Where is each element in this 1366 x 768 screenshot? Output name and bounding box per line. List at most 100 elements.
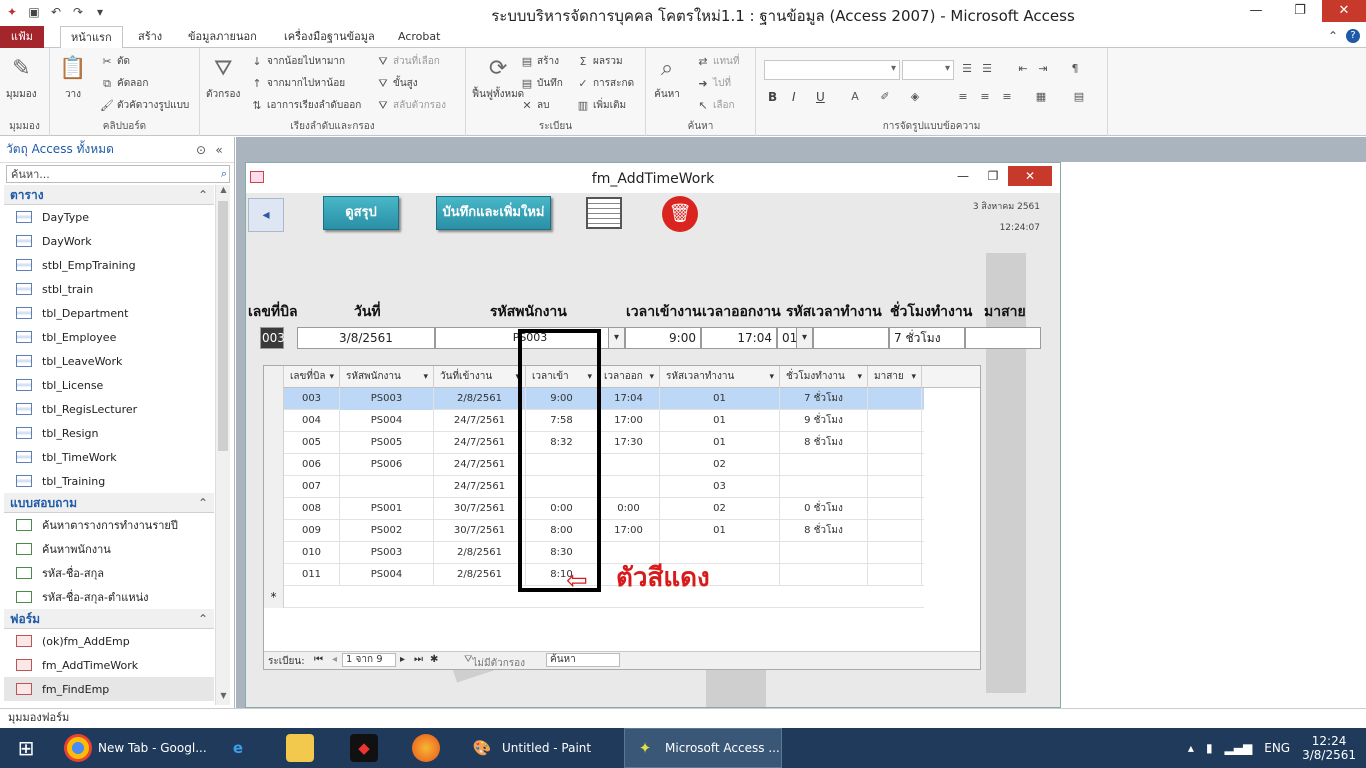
nav-item[interactable]: รหัส-ชื่อ-สกุล [4, 561, 214, 585]
table-cell[interactable]: 0:00 [598, 498, 660, 520]
table-cell[interactable] [868, 520, 922, 542]
taskbar-explorer[interactable] [280, 728, 330, 768]
taskbar-ie[interactable]: e [218, 728, 268, 768]
nav-item[interactable]: tbl_RegisLecturer [4, 397, 214, 421]
nav-search-input[interactable]: ค้นหา... ⌕ [6, 165, 230, 183]
table-cell[interactable]: 9 ชั่วโมง [780, 410, 868, 432]
language-indicator[interactable]: ENG [1264, 741, 1290, 755]
table-cell[interactable]: 30/7/2561 [434, 498, 526, 520]
table-cell[interactable]: 17:04 [598, 388, 660, 410]
nav-item[interactable]: DayType [4, 205, 214, 229]
next-record-icon[interactable]: ▸ [400, 654, 405, 665]
nav-item[interactable]: tbl_LeaveWork [4, 349, 214, 373]
first-record-icon[interactable]: ⏮ [314, 654, 323, 665]
bullets-button[interactable]: ☰ [960, 62, 974, 76]
format-painter-button[interactable]: 🖌 ตัวคัดวางรูปแบบ [100, 98, 189, 113]
table-cell[interactable] [340, 476, 434, 498]
row-selector[interactable] [264, 432, 284, 454]
font-size-combo[interactable] [902, 60, 954, 80]
table-cell[interactable] [780, 564, 868, 586]
table-cell[interactable]: PS002 [340, 520, 434, 542]
form-close-button[interactable]: ✕ [1008, 166, 1052, 186]
row-selector[interactable] [264, 410, 284, 432]
table-cell[interactable] [868, 564, 922, 586]
scroll-up-icon[interactable]: ▲ [216, 185, 231, 199]
table-cell[interactable]: 8 ชั่วโมง [780, 432, 868, 454]
table-cell[interactable]: 17:00 [598, 520, 660, 542]
datasheet-column-header[interactable]: เลขที่บิล [284, 366, 340, 388]
chevron-up-icon[interactable]: ⌃ [198, 185, 208, 205]
nav-item[interactable]: fm_FindEmp [4, 677, 214, 701]
nav-item[interactable]: tbl_Training [4, 469, 214, 493]
table-cell[interactable]: 01 [660, 432, 780, 454]
table-cell[interactable] [780, 542, 868, 564]
collapse-pane-icon[interactable]: « [210, 143, 228, 157]
table-cell[interactable]: 01 [660, 388, 780, 410]
table-cell[interactable]: 03 [660, 476, 780, 498]
nav-item[interactable]: tbl_Employee [4, 325, 214, 349]
clock[interactable]: 12:24 3/8/2561 [1302, 734, 1356, 762]
no-filter-button[interactable]: ⛛ ไม่มีตัวกรอง [464, 654, 525, 669]
nav-item[interactable]: tbl_License [4, 373, 214, 397]
table-cell[interactable] [598, 476, 660, 498]
table-cell[interactable]: 24/7/2561 [434, 432, 526, 454]
table-cell[interactable]: PS003 [340, 388, 434, 410]
table-cell[interactable] [868, 432, 922, 454]
find-button[interactable]: ⌕ ค้นหา [652, 54, 682, 102]
table-cell[interactable]: 007 [284, 476, 340, 498]
font-name-combo[interactable] [764, 60, 900, 80]
table-cell[interactable]: 01 [660, 410, 780, 432]
table-cell[interactable]: 005 [284, 432, 340, 454]
scroll-thumb[interactable] [218, 201, 228, 451]
nav-section-header[interactable]: ตาราง ⌃ [4, 185, 214, 205]
table-cell[interactable]: 24/7/2561 [434, 410, 526, 432]
start-button[interactable]: ⊞ [4, 728, 48, 768]
save-and-new-button[interactable]: บันทึกและเพิ่มใหม่ [436, 196, 551, 230]
table-cell[interactable] [868, 542, 922, 564]
fill-color-button[interactable]: ◈ [908, 90, 922, 104]
table-cell[interactable]: 2/8/2561 [434, 388, 526, 410]
nav-item[interactable]: stbl_EmpTraining [4, 253, 214, 277]
close-button[interactable]: ✕ [1322, 0, 1366, 22]
table-cell[interactable] [868, 498, 922, 520]
form-restore-button[interactable]: ❐ [978, 166, 1008, 186]
work-hours-field[interactable]: 7 ชั่วโมง [889, 327, 965, 349]
copy-button[interactable]: ⧉ คัดลอก [100, 76, 148, 91]
last-record-icon[interactable]: ⏭ [414, 654, 423, 665]
highlight-button[interactable]: ✐ [878, 90, 892, 104]
taskbar-paint[interactable]: 🎨 Untitled - Paint [462, 728, 620, 768]
table-cell[interactable] [780, 454, 868, 476]
scroll-down-icon[interactable]: ▼ [216, 691, 231, 705]
select-all-cell[interactable] [264, 366, 284, 388]
help-icon[interactable]: ? [1346, 29, 1360, 43]
prev-record-icon[interactable]: ◂ [332, 654, 337, 665]
table-cell[interactable]: 003 [284, 388, 340, 410]
table-cell[interactable]: 2/8/2561 [434, 564, 526, 586]
row-selector[interactable] [264, 542, 284, 564]
table-cell[interactable]: 2/8/2561 [434, 542, 526, 564]
underline-button[interactable]: U [816, 90, 825, 104]
refresh-all-button[interactable]: ⟳ ฟื้นฟูทั้งหมด [472, 54, 524, 102]
row-selector[interactable] [264, 520, 284, 542]
more-button[interactable]: ▥ เพิ่มเติม [576, 98, 626, 113]
signal-icon[interactable]: ▂▄▆ [1225, 741, 1253, 755]
date-field[interactable]: 3/8/2561 [297, 327, 435, 349]
table-cell[interactable]: 01 [660, 520, 780, 542]
nav-item[interactable]: รหัส-ชื่อ-สกุล-ตำแหน่ง [4, 585, 214, 609]
datasheet-column-header[interactable]: รหัสพนักงาน [340, 366, 434, 388]
goto-button[interactable]: ➜ ไปที่ [696, 76, 731, 91]
tab-home[interactable]: หน้าแรก [60, 26, 123, 49]
chevron-down-icon[interactable]: ▾ [608, 328, 624, 348]
time-out-field[interactable]: 17:04 [701, 327, 777, 349]
datasheet-search-input[interactable]: ค้นหา [546, 653, 620, 667]
taskbar-firefox[interactable] [406, 728, 456, 768]
table-cell[interactable]: 7 ชั่วโมง [780, 388, 868, 410]
table-cell[interactable] [868, 476, 922, 498]
new-record-button[interactable]: ▤ สร้าง [520, 54, 559, 69]
paste-button[interactable]: 📋 วาง [58, 54, 88, 102]
tab-acrobat[interactable]: Acrobat [388, 26, 450, 48]
sort-ascending-button[interactable]: ↓ จากน้อยไปหามาก [250, 54, 345, 69]
align-center-button[interactable]: ≡ [978, 90, 992, 104]
row-selector[interactable] [264, 564, 284, 586]
nav-menu-icon[interactable]: ⊙ [192, 143, 210, 157]
